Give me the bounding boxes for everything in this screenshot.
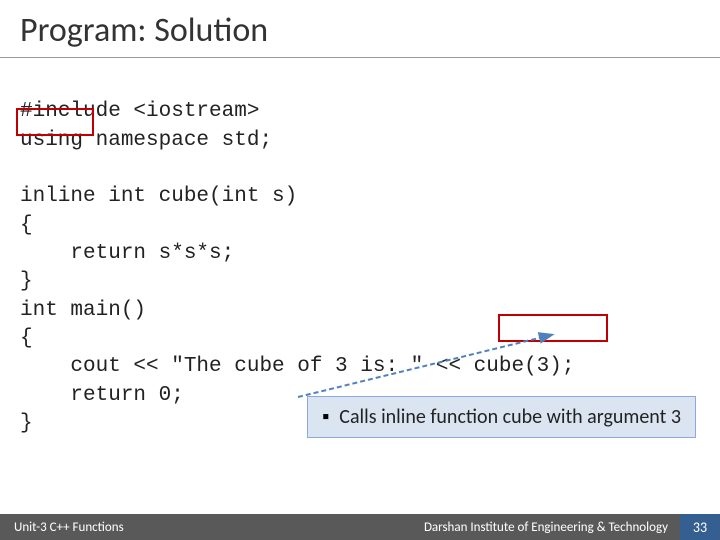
- code-line: }: [20, 412, 33, 435]
- code-line: return s*s*s;: [20, 242, 234, 265]
- code-line: }: [20, 270, 33, 293]
- code-line: int main(): [20, 299, 146, 322]
- code-line: inline int cube(int s): [20, 185, 297, 208]
- callout-box: Calls inline function cube with argument…: [307, 396, 696, 438]
- code-line: return 0;: [20, 384, 184, 407]
- slide-number: 33: [680, 514, 720, 540]
- footer-institute: Darshan Institute of Engineering & Techn…: [424, 520, 680, 535]
- footer: Unit-3 C++ Functions Darshan Institute o…: [0, 514, 720, 540]
- code-line: cout << "The cube of 3 is: " << cube(3);: [20, 355, 575, 378]
- slide-title: Program: Solution: [0, 0, 720, 58]
- footer-unit: Unit-3 C++ Functions: [0, 520, 424, 535]
- highlight-inline-keyword: [16, 108, 94, 136]
- code-line: {: [20, 214, 33, 237]
- slide: Program: Solution #include <iostream> us…: [0, 0, 720, 540]
- highlight-cube-call: [498, 314, 608, 342]
- callout-text: Calls inline function cube with argument…: [339, 405, 681, 429]
- code-line: {: [20, 327, 33, 350]
